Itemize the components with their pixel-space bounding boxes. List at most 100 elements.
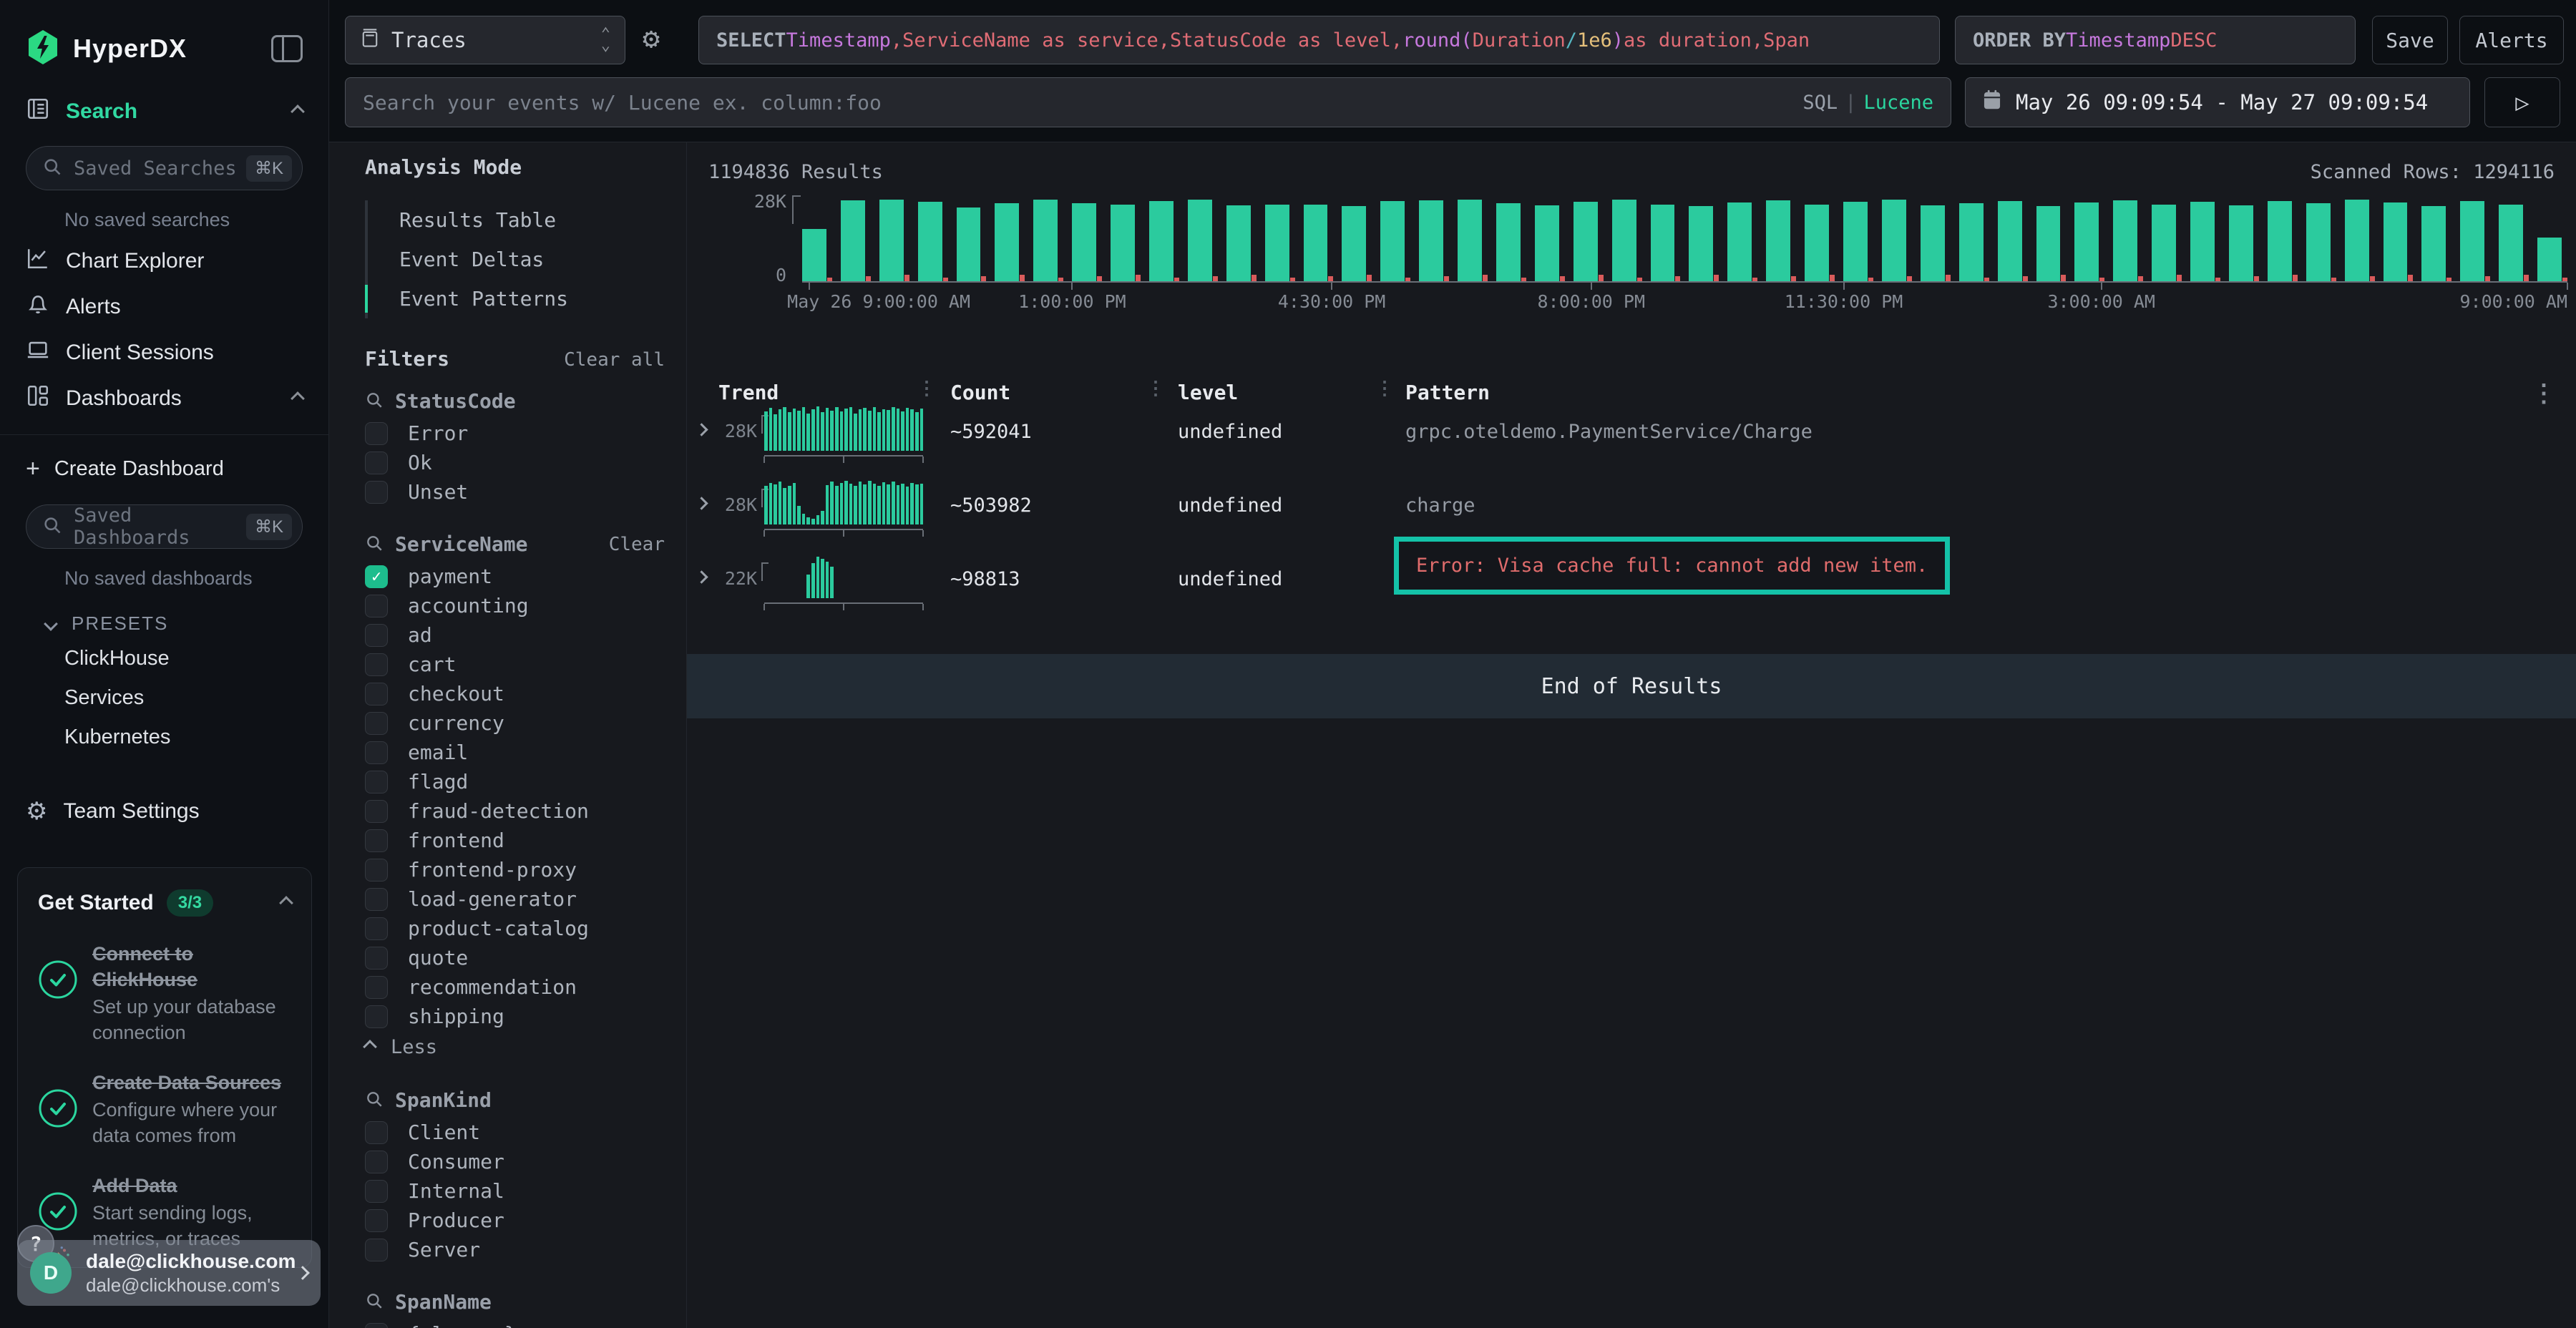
checkbox[interactable]	[365, 859, 388, 882]
preset-kubernetes[interactable]: Kubernetes	[0, 718, 328, 757]
expand-row-button[interactable]	[697, 424, 706, 437]
filter-option-internal[interactable]: Internal	[365, 1176, 665, 1206]
filter-option-fraud-detection[interactable]: fraud-detection	[365, 796, 665, 826]
checkbox[interactable]	[365, 771, 388, 794]
checkbox[interactable]	[365, 624, 388, 647]
preset-clickhouse[interactable]: ClickHouse	[0, 639, 328, 678]
run-query-button[interactable]: ▷	[2484, 77, 2560, 127]
filter-option-email[interactable]: email	[365, 738, 665, 767]
gear-icon[interactable]: ⚙	[643, 24, 660, 53]
filter-option-checkout[interactable]: checkout	[365, 679, 665, 708]
save-button[interactable]: Save	[2372, 16, 2448, 64]
filter-option-producer[interactable]: Producer	[365, 1206, 665, 1235]
checkbox[interactable]	[365, 1005, 388, 1028]
get-started-item[interactable]: Connect to ClickHouseSet up your databas…	[38, 941, 291, 1045]
checkbox[interactable]	[365, 917, 388, 940]
filter-clear-button[interactable]: Clear	[609, 534, 665, 555]
checkbox[interactable]	[365, 829, 388, 852]
search-input[interactable]: Search your events w/ Lucene ex. column:…	[345, 77, 1951, 127]
filter-option-cart[interactable]: cart	[365, 650, 665, 679]
filter-option-recommendation[interactable]: recommendation	[365, 972, 665, 1002]
checkbox[interactable]	[365, 1323, 388, 1328]
checkbox[interactable]	[365, 800, 388, 823]
filter-option-product-catalog[interactable]: product-catalog	[365, 914, 665, 943]
checkbox[interactable]	[365, 1239, 388, 1261]
checkbox[interactable]	[365, 422, 388, 445]
show-less-toggle[interactable]: Less	[365, 1031, 665, 1063]
preset-services[interactable]: Services	[0, 678, 328, 718]
sql-select-editor[interactable]: SELECT Timestamp, ServiceName as service…	[698, 16, 1940, 64]
language-toggle[interactable]: SQL|Lucene	[1802, 92, 1933, 114]
sidebar-collapse-icon[interactable]	[271, 35, 303, 62]
checkbox[interactable]	[365, 1180, 388, 1203]
sparkline-bar	[877, 486, 881, 524]
filter-option-flagd[interactable]: flagd	[365, 767, 665, 796]
date-range-picker[interactable]: May 26 09:09:54 - May 27 09:09:54	[1965, 77, 2470, 127]
clear-all-button[interactable]: Clear all	[564, 349, 665, 371]
alerts-button[interactable]: Alerts	[2459, 16, 2564, 64]
create-dashboard-button[interactable]: + Create Dashboard	[0, 445, 328, 493]
saved-searches-input[interactable]: Saved Searches ⌘K	[26, 146, 303, 190]
checkbox[interactable]	[365, 712, 388, 735]
analysis-mode-event-patterns[interactable]: Event Patterns	[368, 279, 665, 318]
filter-option-shipping[interactable]: shipping	[365, 1002, 665, 1031]
expand-row-button[interactable]	[697, 571, 706, 585]
checkbox[interactable]	[365, 947, 388, 970]
filter-option-error[interactable]: Error	[365, 419, 665, 448]
pattern-row[interactable]: 28K~592041undefinedgrpc.oteldemo.Payment…	[687, 405, 2576, 474]
histogram-error-fill	[2215, 278, 2220, 281]
checkbox[interactable]	[365, 451, 388, 474]
histogram-error-fill	[1752, 278, 1757, 281]
presets-header[interactable]: PRESETS	[0, 597, 328, 639]
sidebar-item-dashboards[interactable]: Dashboards	[0, 376, 328, 421]
histogram-bar-fill	[1766, 200, 1790, 281]
filter-option-frontend-proxy[interactable]: frontend-proxy	[365, 855, 665, 884]
results-histogram[interactable]: 28K 0 May 26 9:00:00 AM1:00:00 PM4:30:00…	[726, 195, 2567, 303]
filter-option-server[interactable]: Server	[365, 1235, 665, 1264]
pattern-row[interactable]: 22K~98813undefinedError: Visa cache full…	[687, 552, 2576, 621]
language-lucene[interactable]: Lucene	[1863, 92, 1933, 114]
filter-option-currency[interactable]: currency	[365, 708, 665, 738]
checkbox[interactable]	[365, 888, 388, 911]
checkbox[interactable]	[365, 481, 388, 504]
main-results-area: 1194836 Results Scanned Rows: 1294116 28…	[687, 142, 2576, 1328]
checkbox[interactable]	[365, 653, 388, 676]
get-started-header[interactable]: Get Started 3/3	[38, 889, 291, 917]
analysis-mode-event-deltas[interactable]: Event Deltas	[368, 240, 665, 279]
filter-option-ok[interactable]: Ok	[365, 448, 665, 477]
checkbox[interactable]	[365, 595, 388, 617]
filter-option-quote[interactable]: quote	[365, 943, 665, 972]
get-started-item[interactable]: Create Data SourcesConfigure where your …	[38, 1070, 291, 1148]
filter-option-load-generator[interactable]: load-generator	[365, 884, 665, 914]
checkbox[interactable]	[365, 1209, 388, 1232]
filter-option-accounting[interactable]: accounting	[365, 591, 665, 620]
sidebar-item-chart-explorer[interactable]: Chart Explorer	[0, 238, 328, 284]
sql-orderby-editor[interactable]: ORDER BY Timestamp DESC	[1955, 16, 2356, 64]
sidebar-item-client-sessions[interactable]: Client Sessions	[0, 330, 328, 376]
filter-option--closure-[interactable]: {closure}	[365, 1319, 665, 1328]
filter-option-frontend[interactable]: frontend	[365, 826, 665, 855]
filter-group-spankind: SpanKindClientConsumerInternalProducerSe…	[365, 1088, 665, 1264]
filter-option-payment[interactable]: ✓payment	[365, 562, 665, 591]
filter-option-consumer[interactable]: Consumer	[365, 1147, 665, 1176]
sidebar-item-alerts[interactable]: Alerts	[0, 284, 328, 330]
table-menu-icon[interactable]: ⋮	[2532, 379, 2556, 408]
filter-option-client[interactable]: Client	[365, 1118, 665, 1147]
checkbox[interactable]	[365, 683, 388, 706]
checkbox[interactable]: ✓	[365, 565, 388, 588]
filter-option-ad[interactable]: ad	[365, 620, 665, 650]
checkbox[interactable]	[365, 741, 388, 764]
source-select[interactable]: Traces ⌃⌄	[345, 16, 625, 64]
expand-row-button[interactable]	[697, 497, 706, 511]
saved-dashboards-input[interactable]: Saved Dashboards ⌘K	[26, 504, 303, 549]
checkbox[interactable]	[365, 1121, 388, 1144]
analysis-mode-results-table[interactable]: Results Table	[368, 200, 665, 240]
sparkline-bar	[863, 484, 867, 524]
sidebar-item-team-settings[interactable]: ⚙ Team Settings	[0, 788, 328, 834]
checkbox[interactable]	[365, 976, 388, 999]
checkbox[interactable]	[365, 1151, 388, 1173]
language-sql[interactable]: SQL	[1802, 92, 1838, 114]
sidebar-item-search[interactable]: Search	[0, 89, 328, 135]
user-chip[interactable]: D dale@clickhouse.com dale@clickhouse.co…	[17, 1240, 321, 1306]
filter-option-unset[interactable]: Unset	[365, 477, 665, 507]
